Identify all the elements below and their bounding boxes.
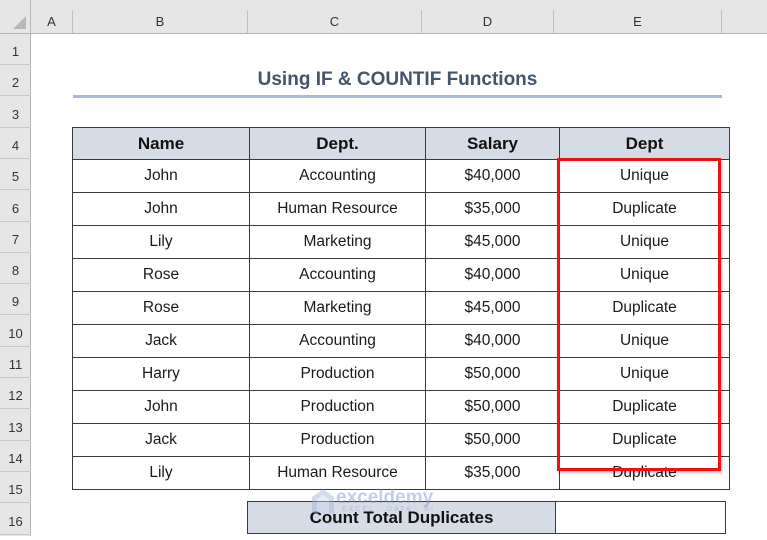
row-header-3[interactable]: 3: [0, 97, 31, 128]
cell-status[interactable]: Duplicate: [559, 192, 730, 226]
table-row: John Accounting $40,000 Unique: [72, 159, 730, 193]
cell-dept[interactable]: Production: [249, 390, 426, 424]
row-header-16[interactable]: 16: [0, 504, 31, 535]
cell-salary[interactable]: $40,000: [425, 159, 560, 193]
cell-name[interactable]: Rose: [72, 258, 250, 292]
row-header-4[interactable]: 4: [0, 128, 31, 159]
cell-salary[interactable]: $45,000: [425, 291, 560, 325]
title-underline: [73, 95, 722, 98]
cell-status[interactable]: Unique: [559, 324, 730, 358]
row-header-15[interactable]: 15: [0, 472, 31, 504]
row-header-12[interactable]: 12: [0, 378, 31, 410]
cell-salary[interactable]: $50,000: [425, 390, 560, 424]
column-header-a[interactable]: A: [31, 10, 73, 34]
column-header-e[interactable]: E: [554, 10, 722, 34]
cell-name[interactable]: Lily: [72, 456, 250, 490]
select-all-icon: [13, 16, 26, 29]
summary-row: Count Total Duplicates: [247, 501, 726, 534]
column-header-c[interactable]: C: [248, 10, 422, 34]
cell-dept[interactable]: Accounting: [249, 324, 426, 358]
select-all-corner[interactable]: [0, 0, 31, 34]
table-row: Rose Accounting $40,000 Unique: [72, 258, 730, 292]
cell-status[interactable]: Unique: [559, 159, 730, 193]
row-header-2[interactable]: 2: [0, 65, 31, 97]
cell-status[interactable]: Duplicate: [559, 456, 730, 490]
cell-salary[interactable]: $40,000: [425, 324, 560, 358]
table-row: Lily Marketing $45,000 Unique: [72, 225, 730, 259]
cell-dept[interactable]: Marketing: [249, 225, 426, 259]
cell-name[interactable]: John: [72, 192, 250, 226]
header-dept-status[interactable]: Dept: [559, 127, 730, 160]
cell-name[interactable]: Jack: [72, 423, 250, 457]
cell-dept[interactable]: Accounting: [249, 258, 426, 292]
cell-status[interactable]: Unique: [559, 357, 730, 391]
table-row: Jack Accounting $40,000 Unique: [72, 324, 730, 358]
column-header-b[interactable]: B: [73, 10, 248, 34]
header-name[interactable]: Name: [72, 127, 250, 160]
table-row: John Human Resource $35,000 Duplicate: [72, 192, 730, 226]
row-header-6[interactable]: 6: [0, 191, 31, 222]
sheet-title[interactable]: Using IF & COUNTIF Functions: [73, 66, 722, 94]
cell-dept[interactable]: Human Resource: [249, 192, 426, 226]
table-row: Rose Marketing $45,000 Duplicate: [72, 291, 730, 325]
cell-dept[interactable]: Marketing: [249, 291, 426, 325]
cell-name[interactable]: John: [72, 390, 250, 424]
cell-status[interactable]: Duplicate: [559, 291, 730, 325]
table-row: Jack Production $50,000 Duplicate: [72, 423, 730, 457]
cell-salary[interactable]: $50,000: [425, 423, 560, 457]
row-header-1[interactable]: 1: [0, 34, 31, 65]
cell-name[interactable]: John: [72, 159, 250, 193]
cell-dept[interactable]: Accounting: [249, 159, 426, 193]
table-row: John Production $50,000 Duplicate: [72, 390, 730, 424]
cell-status[interactable]: Unique: [559, 258, 730, 292]
cell-name[interactable]: Lily: [72, 225, 250, 259]
row-header-5[interactable]: 5: [0, 159, 31, 191]
cell-salary[interactable]: $35,000: [425, 456, 560, 490]
cell-status[interactable]: Duplicate: [559, 390, 730, 424]
summary-label[interactable]: Count Total Duplicates: [247, 501, 556, 534]
header-salary[interactable]: Salary: [425, 127, 560, 160]
header-dept[interactable]: Dept.: [249, 127, 426, 160]
cell-salary[interactable]: $45,000: [425, 225, 560, 259]
data-table: Name Dept. Salary Dept John Accounting $40…: [72, 127, 730, 490]
row-header-8[interactable]: 8: [0, 253, 31, 285]
cell-status[interactable]: Unique: [559, 225, 730, 259]
row-header-9[interactable]: 9: [0, 284, 31, 316]
summary-value[interactable]: [555, 501, 726, 534]
cell-dept[interactable]: Production: [249, 423, 426, 457]
cell-dept[interactable]: Human Resource: [249, 456, 426, 490]
cell-name[interactable]: Harry: [72, 357, 250, 391]
cell-name[interactable]: Rose: [72, 291, 250, 325]
cell-salary[interactable]: $35,000: [425, 192, 560, 226]
cell-salary[interactable]: $50,000: [425, 357, 560, 391]
cell-name[interactable]: Jack: [72, 324, 250, 358]
cell-status[interactable]: Duplicate: [559, 423, 730, 457]
row-header-7[interactable]: 7: [0, 222, 31, 253]
row-header-10[interactable]: 10: [0, 316, 31, 347]
table-row: Lily Human Resource $35,000 Duplicate: [72, 456, 730, 490]
table-row: Harry Production $50,000 Unique: [72, 357, 730, 391]
table-header-row: Name Dept. Salary Dept: [72, 127, 730, 160]
row-header-11[interactable]: 11: [0, 347, 31, 378]
cell-salary[interactable]: $40,000: [425, 258, 560, 292]
row-header-14[interactable]: 14: [0, 441, 31, 472]
row-header-13[interactable]: 13: [0, 410, 31, 441]
column-header-d[interactable]: D: [422, 10, 554, 34]
cell-dept[interactable]: Production: [249, 357, 426, 391]
